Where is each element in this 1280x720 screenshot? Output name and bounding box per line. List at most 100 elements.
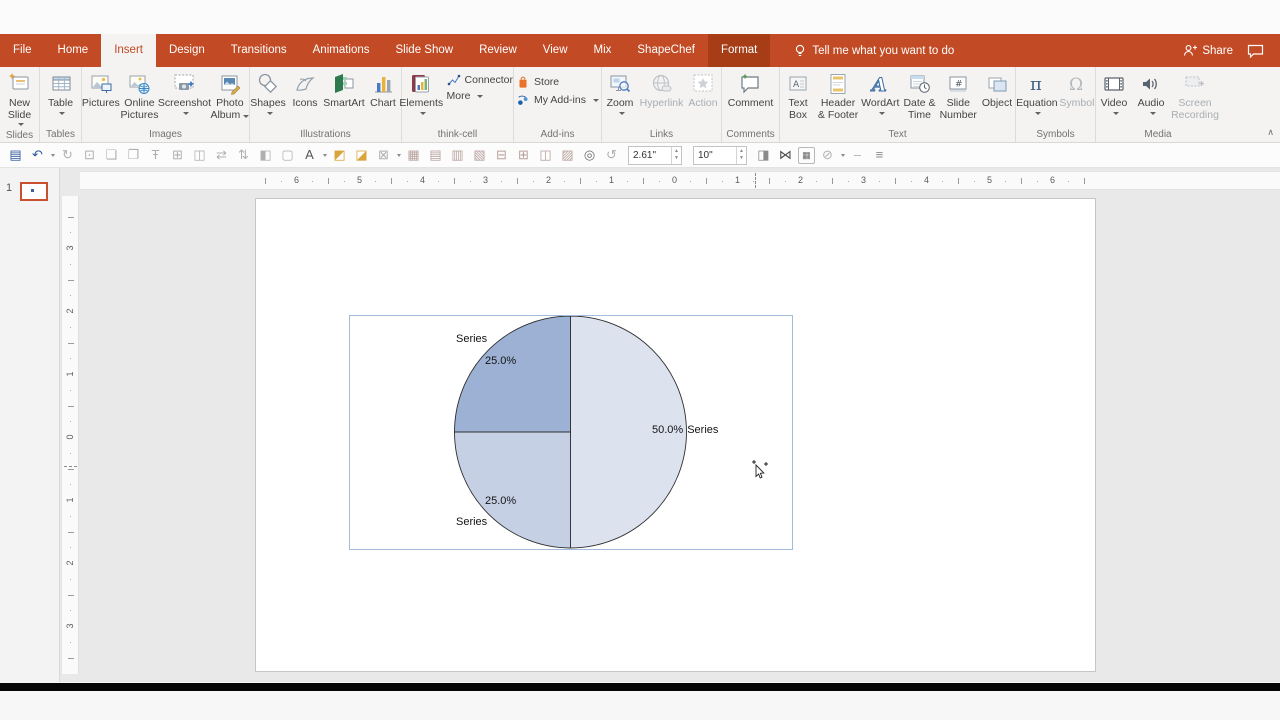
my-addins-button[interactable]: My Add-ins [516, 93, 599, 107]
share-label: Share [1202, 44, 1233, 57]
date-time-button[interactable]: Date & Time [902, 69, 938, 122]
table-icon [49, 70, 73, 98]
video-button[interactable]: Video [1096, 69, 1132, 118]
no-outline-icon-dropdown [840, 153, 845, 157]
share-button[interactable]: Share [1183, 44, 1233, 57]
svg-text:π: π [1030, 74, 1042, 95]
powerpoint-window: File Home Insert Design Transitions Animation… [0, 0, 1280, 720]
ribbon-group-illustrations: Shapes Icons SmartArt Chart Illustration… [250, 67, 402, 142]
group-label-tables: Tables [46, 129, 75, 140]
send-backward-icon[interactable]: ◪ [352, 146, 371, 164]
new-slide-button[interactable]: New Slide [2, 69, 38, 129]
chart-button[interactable]: Chart [365, 69, 401, 111]
horizontal-ruler[interactable]: 6 5 4 3 2 1 0 1 2 3 4 5 6 [80, 171, 1280, 190]
slide-number-button[interactable]: # Slide Number [939, 69, 979, 122]
toolbar-overflow-icon[interactable]: ≡ [870, 146, 889, 164]
text-box-button[interactable]: A Text Box [780, 69, 816, 122]
pie-chart[interactable] [350, 315, 792, 549]
slide-canvas[interactable]: Series 25.0% 50.0% Series 25.0% Series [255, 198, 1096, 672]
tab-view[interactable]: View [530, 34, 581, 67]
tell-me-box[interactable]: Tell me what you want to do [780, 34, 968, 67]
hruler-tick [832, 178, 833, 184]
equation-button[interactable]: π Equation [1016, 69, 1058, 118]
group-label-comments: Comments [726, 129, 775, 140]
slide-number-label: 1 [6, 182, 13, 194]
collapse-ribbon-icon[interactable]: ∧ [1267, 127, 1274, 138]
screen-recording-button: Screen Recording [1170, 69, 1220, 122]
more-button[interactable]: More [447, 90, 513, 102]
vertical-ruler[interactable]: 3 2 1 0 1 2 3 [61, 196, 79, 674]
tab-transitions[interactable]: Transitions [218, 34, 300, 67]
selection-marquee-icon: ▢ [281, 147, 294, 162]
symbol-icon: Ω [1065, 70, 1089, 98]
flip-shape-icon[interactable]: ⋈ [776, 146, 795, 164]
hruler-number: 0 [671, 175, 677, 185]
chart-frame-icon[interactable]: ▦ [797, 146, 815, 164]
vruler-dot [70, 452, 71, 454]
pie-slice-25-percent-bottom[interactable] [454, 431, 571, 549]
height-field[interactable]: 10" ▲ ▼ [692, 145, 747, 165]
tab-home[interactable]: Home [45, 34, 102, 67]
pictures-button[interactable]: Pictures [82, 69, 120, 111]
vruler-dot [70, 578, 71, 580]
font-scale-icon: Ŧ [151, 147, 160, 162]
vruler-number: 2 [65, 308, 75, 314]
table-button[interactable]: Table [43, 69, 79, 118]
hruler-tick [517, 178, 518, 184]
audio-button[interactable]: Audio [1133, 69, 1169, 118]
ribbon-group-addins: Store My Add-ins Add-ins [514, 67, 602, 142]
hruler-dot [406, 181, 408, 182]
tab-review[interactable]: Review [466, 34, 530, 67]
tab-shapechef[interactable]: ShapeChef [624, 34, 708, 67]
tab-design[interactable]: Design [156, 34, 218, 67]
photo-album-button[interactable]: Photo Album [210, 69, 250, 122]
zoom-button[interactable]: Zoom [602, 69, 638, 118]
comments-pane-icon[interactable] [1247, 44, 1264, 58]
hruler-dot [816, 181, 818, 182]
connector-button[interactable]: Connector [447, 74, 513, 86]
crop-fit-icon[interactable]: ◎ [580, 146, 599, 164]
tab-strip: File Home Insert Design Transitions Animation… [0, 34, 771, 67]
bottom-strip [0, 691, 1280, 720]
hruler-number: 3 [482, 175, 488, 185]
online-pictures-button[interactable]: Online Pictures [121, 69, 158, 122]
bring-forward-icon[interactable]: ◩ [330, 146, 349, 164]
wordart-button[interactable]: A WordArt [860, 69, 900, 118]
hruler-tick [769, 178, 770, 184]
group-label-media: Media [1144, 129, 1172, 140]
save-icon[interactable]: ▤ [6, 146, 25, 164]
undo-icon-dropdown[interactable] [51, 153, 55, 157]
hruler-dot [784, 181, 786, 182]
smartart-button[interactable]: SmartArt [323, 69, 365, 111]
chart-selection-frame[interactable]: Series 25.0% 50.0% Series 25.0% Series [349, 315, 793, 550]
object-button[interactable]: Object [979, 69, 1015, 111]
header-footer-button[interactable]: Header & Footer [817, 69, 859, 122]
store-button[interactable]: Store [516, 74, 559, 89]
shadow-text-icon[interactable]: A [300, 146, 319, 164]
vruler-number: 1 [65, 371, 75, 377]
shadow-text-icon-dropdown[interactable] [323, 153, 327, 157]
vruler-dot [70, 484, 71, 486]
tab-format[interactable]: Format [707, 34, 771, 67]
icons-button[interactable]: Icons [287, 69, 323, 111]
tab-insert[interactable]: Insert [101, 34, 156, 67]
share-person-icon [1184, 45, 1198, 56]
tab-slide-show[interactable]: Slide Show [383, 34, 467, 67]
comment-button[interactable]: Comment [725, 69, 777, 111]
merge-shapes-icon[interactable]: ◨ [754, 146, 773, 164]
width-field[interactable]: 2.61" ▲ ▼ [628, 145, 682, 165]
print-preview-icon: ◧ [259, 147, 272, 162]
connector-icon [447, 74, 460, 86]
hruler-tick [958, 178, 959, 184]
title-bar [0, 0, 1280, 34]
shapes-button[interactable]: Shapes [250, 69, 286, 118]
shapes-dropdown [266, 111, 273, 115]
undo-icon[interactable]: ↶ [28, 146, 47, 164]
slide-thumbnail[interactable] [20, 182, 48, 201]
tab-file[interactable]: File [0, 34, 45, 67]
elements-button[interactable]: Elements [399, 69, 443, 118]
svg-text:A: A [870, 74, 887, 96]
tab-animations[interactable]: Animations [300, 34, 383, 67]
tab-mix[interactable]: Mix [581, 34, 625, 67]
screenshot-button[interactable]: Screenshot [158, 69, 211, 118]
